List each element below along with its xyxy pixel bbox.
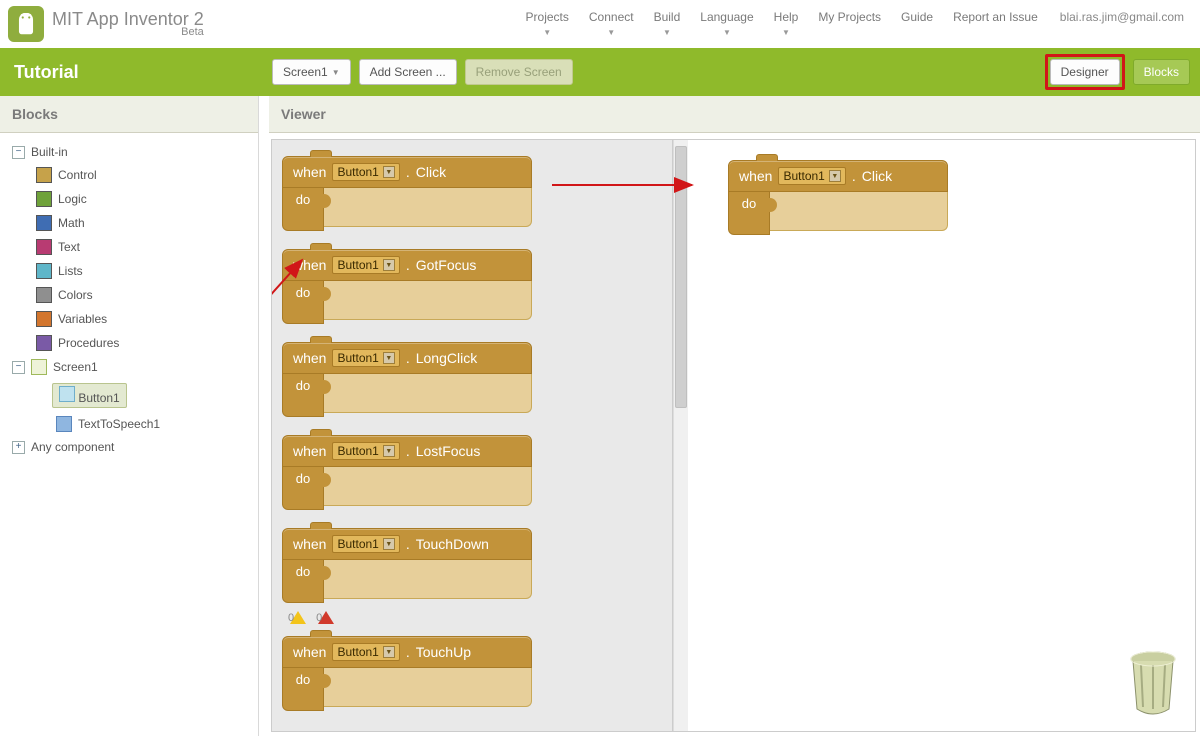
- do-slot[interactable]: [770, 192, 948, 231]
- swatch-icon: [36, 335, 52, 351]
- chevron-down-icon: ▼: [332, 68, 340, 77]
- swatch-icon: [36, 311, 52, 327]
- swatch-icon: [36, 287, 52, 303]
- canvas-block-click[interactable]: whenButton1▼.Click do: [728, 160, 948, 235]
- account-email[interactable]: blai.ras.jim@gmail.com: [1050, 6, 1192, 28]
- nav-guide[interactable]: Guide: [893, 6, 941, 28]
- nav-connect[interactable]: Connect▼: [581, 6, 642, 43]
- remove-screen-button: Remove Screen: [465, 59, 573, 85]
- chevron-down-icon: ▼: [782, 28, 790, 37]
- viewer-body: whenButton1▼.Click do whenButton1▼.GotFo…: [271, 139, 1196, 732]
- viewer-panel: Viewer whenButton1▼.Click do whenButton1…: [269, 96, 1200, 736]
- cat-colors[interactable]: Colors: [8, 283, 250, 307]
- blocks-button[interactable]: Blocks: [1133, 59, 1190, 85]
- tree-screen1[interactable]: −Screen1: [8, 355, 250, 379]
- screen-dropdown[interactable]: Screen1▼: [272, 59, 351, 85]
- component-select[interactable]: Button1▼: [332, 163, 399, 181]
- chevron-down-icon: ▼: [383, 646, 395, 658]
- designer-button[interactable]: Designer: [1050, 59, 1120, 85]
- component-select[interactable]: Button1▼: [332, 349, 399, 367]
- chevron-down-icon: ▼: [383, 538, 395, 550]
- blocks-canvas[interactable]: whenButton1▼.Click do: [688, 140, 1195, 731]
- block-drawer[interactable]: whenButton1▼.Click do whenButton1▼.GotFo…: [272, 140, 673, 731]
- collapse-icon[interactable]: −: [12, 146, 25, 159]
- event-block-longclick[interactable]: whenButton1▼.LongClick do: [282, 342, 532, 417]
- swatch-icon: [36, 215, 52, 231]
- expand-icon[interactable]: +: [12, 441, 25, 454]
- component-select[interactable]: Button1▼: [332, 442, 399, 460]
- chevron-down-icon: ▼: [383, 352, 395, 364]
- nav-my-projects[interactable]: My Projects: [810, 6, 889, 28]
- swatch-icon: [36, 263, 52, 279]
- action-bar: Tutorial Screen1▼ Add Screen ... Remove …: [0, 48, 1200, 96]
- component-select[interactable]: Button1▼: [332, 535, 399, 553]
- screen-icon: [31, 359, 47, 375]
- scroll-thumb[interactable]: [675, 146, 687, 408]
- chevron-down-icon: ▼: [723, 28, 731, 37]
- tree-any-component[interactable]: +Any component: [8, 436, 250, 458]
- collapse-icon[interactable]: −: [12, 361, 25, 374]
- blocks-sidebar: Blocks −Built-in Control Logic Math Text…: [0, 96, 259, 736]
- content: Blocks −Built-in Control Logic Math Text…: [0, 96, 1200, 736]
- chevron-down-icon: ▼: [663, 28, 671, 37]
- do-slot[interactable]: [324, 188, 532, 227]
- swatch-icon: [36, 239, 52, 255]
- blocks-tree: −Built-in Control Logic Math Text Lists …: [0, 133, 258, 466]
- cat-math[interactable]: Math: [8, 211, 250, 235]
- chevron-down-icon: ▼: [383, 259, 395, 271]
- do-slot[interactable]: [324, 374, 532, 413]
- tree-tts[interactable]: TextToSpeech1: [8, 412, 250, 436]
- event-block-click[interactable]: whenButton1▼.Click do: [282, 156, 532, 231]
- project-title: Tutorial: [14, 62, 264, 83]
- nav-help[interactable]: Help▼: [766, 6, 807, 43]
- event-block-touchup[interactable]: whenButton1▼.TouchUp do: [282, 636, 532, 711]
- warning-row: 0 0: [290, 611, 662, 624]
- cat-procedures[interactable]: Procedures: [8, 331, 250, 355]
- speech-icon: [56, 416, 72, 432]
- sidebar-title: Blocks: [0, 96, 258, 133]
- drawer-scrollbar[interactable]: [673, 140, 688, 731]
- designer-highlight: Designer: [1045, 54, 1125, 90]
- cat-control[interactable]: Control: [8, 163, 250, 187]
- top-bar: MIT App Inventor 2 Beta Projects▼ Connec…: [0, 0, 1200, 48]
- nav-language[interactable]: Language▼: [692, 6, 761, 43]
- chevron-down-icon: ▼: [829, 170, 841, 182]
- event-block-lostfocus[interactable]: whenButton1▼.LostFocus do: [282, 435, 532, 510]
- nav-projects[interactable]: Projects▼: [518, 6, 577, 43]
- chevron-down-icon: ▼: [383, 445, 395, 457]
- app-title-block: MIT App Inventor 2 Beta: [52, 10, 204, 38]
- cat-text[interactable]: Text: [8, 235, 250, 259]
- do-slot[interactable]: [324, 467, 532, 506]
- top-nav: Projects▼ Connect▼ Build▼ Language▼ Help…: [518, 6, 1192, 43]
- cat-logic[interactable]: Logic: [8, 187, 250, 211]
- component-select[interactable]: Button1▼: [332, 256, 399, 274]
- viewer-title: Viewer: [269, 96, 1200, 133]
- component-select[interactable]: Button1▼: [332, 643, 399, 661]
- chevron-down-icon: ▼: [607, 28, 615, 37]
- cat-lists[interactable]: Lists: [8, 259, 250, 283]
- do-slot[interactable]: [324, 560, 532, 599]
- tree-builtin[interactable]: −Built-in: [8, 141, 250, 163]
- do-slot[interactable]: [324, 281, 532, 320]
- chevron-down-icon: ▼: [543, 28, 551, 37]
- cat-variables[interactable]: Variables: [8, 307, 250, 331]
- component-select[interactable]: Button1▼: [778, 167, 845, 185]
- do-slot[interactable]: [324, 668, 532, 707]
- event-block-touchdown[interactable]: whenButton1▼.TouchDown do: [282, 528, 532, 603]
- tree-button1[interactable]: Button1: [8, 379, 250, 412]
- chevron-down-icon: ▼: [383, 166, 395, 178]
- android-icon: [13, 13, 39, 35]
- swatch-icon: [36, 191, 52, 207]
- app-logo: [8, 6, 44, 42]
- nav-build[interactable]: Build▼: [646, 6, 689, 43]
- add-screen-button[interactable]: Add Screen ...: [359, 59, 457, 85]
- button-icon: [59, 386, 75, 402]
- nav-report-issue[interactable]: Report an Issue: [945, 6, 1046, 28]
- swatch-icon: [36, 167, 52, 183]
- event-block-gotfocus[interactable]: whenButton1▼.GotFocus do: [282, 249, 532, 324]
- trash-icon[interactable]: [1125, 647, 1181, 717]
